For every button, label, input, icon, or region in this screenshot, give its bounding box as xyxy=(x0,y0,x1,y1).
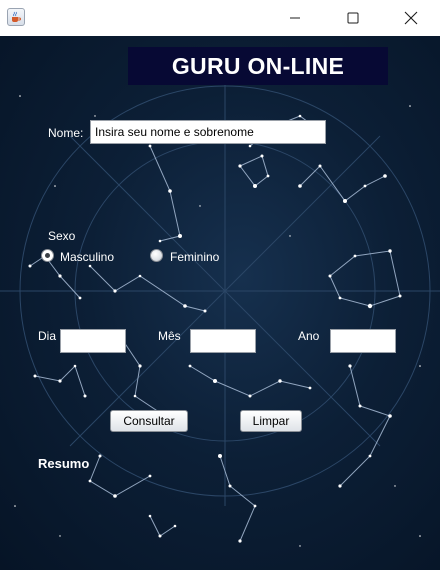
feminino-radio[interactable] xyxy=(150,249,163,262)
summary-label: Resumo xyxy=(38,456,90,471)
minimize-button[interactable] xyxy=(272,0,318,36)
maximize-icon xyxy=(347,12,359,24)
month-input[interactable] xyxy=(190,329,256,353)
maximize-button[interactable] xyxy=(330,0,376,36)
name-input[interactable] xyxy=(90,120,326,144)
close-icon xyxy=(404,11,418,25)
day-input[interactable] xyxy=(60,329,126,353)
year-input[interactable] xyxy=(330,329,396,353)
masculino-radio[interactable] xyxy=(41,249,54,262)
constellation-map-image xyxy=(0,76,440,547)
name-label: Nome: xyxy=(48,126,84,140)
consultar-button[interactable]: Consultar xyxy=(110,410,188,432)
close-button[interactable] xyxy=(388,0,434,36)
app-window: GURU ON-LINE Nome: Sexo Masculino Femini… xyxy=(0,0,440,570)
page-title: GURU ON-LINE xyxy=(171,52,345,79)
feminino-label: Feminino xyxy=(170,250,220,264)
day-label: Dia xyxy=(38,329,57,343)
year-label: Ano xyxy=(298,329,320,343)
masculino-label: Masculino xyxy=(60,250,115,264)
java-coffee-icon xyxy=(7,8,25,26)
limpar-button[interactable]: Limpar xyxy=(240,410,302,432)
minimize-icon xyxy=(290,17,300,19)
header-banner: GURU ON-LINE xyxy=(128,47,388,85)
sex-label: Sexo xyxy=(48,229,76,243)
constellation-background: GURU ON-LINE Nome: Sexo Masculino Femini… xyxy=(0,36,440,570)
title-bar xyxy=(0,0,440,36)
month-label: Mês xyxy=(158,329,181,343)
